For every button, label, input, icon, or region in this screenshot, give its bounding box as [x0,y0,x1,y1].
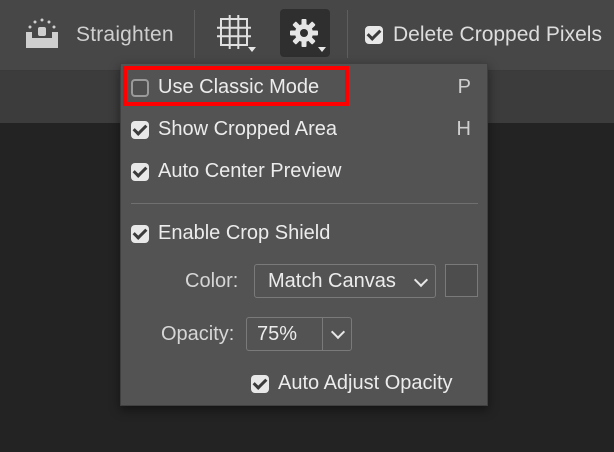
color-select[interactable]: Match Canvas [254,264,436,298]
color-select-value: Match Canvas [268,270,396,292]
straighten-icon[interactable] [24,18,60,50]
chevron-down-icon [248,47,256,52]
grid-overlay-button[interactable] [216,14,262,54]
menu-item-auto-center-preview[interactable]: Auto Center Preview [121,154,487,190]
menu-item-auto-adjust-opacity[interactable]: Auto Adjust Opacity [241,366,481,402]
chevron-down-icon [330,324,346,340]
crop-settings-button[interactable] [280,9,330,57]
opacity-label: Opacity: [161,323,235,345]
chevron-down-icon [413,272,429,288]
toolbar-divider [347,10,348,58]
highlight-box [123,66,349,106]
delete-cropped-pixels-label: Delete Cropped Pixels [393,23,602,46]
shortcut-key: H [456,118,471,140]
menu-item-enable-crop-shield[interactable]: Enable Crop Shield [121,216,487,252]
auto-center-preview-checkbox[interactable] [131,163,149,181]
straighten-button-label[interactable]: Straighten [76,23,174,47]
opacity-field[interactable]: 75% [246,317,352,351]
menu-item-label: Auto Adjust Opacity [278,372,453,394]
toolbar-divider [194,10,195,58]
chevron-down-icon [318,47,326,52]
color-label: Color: [185,270,239,292]
menu-item-label: Enable Crop Shield [158,222,331,244]
color-swatch[interactable] [445,264,478,297]
menu-item-label: Show Cropped Area [158,118,338,140]
delete-cropped-pixels-checkbox[interactable] [365,26,383,44]
menu-item-label: Auto Center Preview [158,160,342,182]
show-cropped-area-checkbox[interactable] [131,121,149,139]
crop-settings-menu: Use Classic Mode P Show Cropped Area H A… [120,63,488,406]
opacity-dropdown-button[interactable] [322,318,352,350]
enable-crop-shield-checkbox[interactable] [131,225,149,243]
opacity-value[interactable]: 75% [257,323,297,346]
menu-item-show-cropped-area[interactable]: Show Cropped Area H [121,112,487,148]
shortcut-key: P [457,76,471,98]
options-bar: Straighten Delete Cropped Pixels [0,0,614,71]
gear-icon [290,19,318,47]
menu-divider [131,203,478,204]
auto-adjust-opacity-checkbox[interactable] [251,375,269,393]
